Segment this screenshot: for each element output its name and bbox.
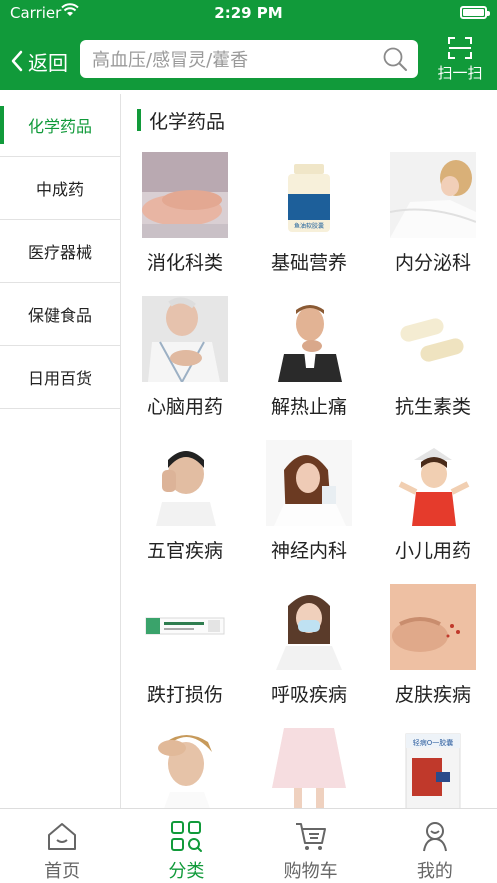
category-item[interactable]: 小儿用药 (370, 440, 480, 580)
sore-throat-man-photo (266, 296, 352, 382)
category-item[interactable]: 五官疾病 (122, 440, 232, 580)
category-item[interactable]: 内分泌科 (370, 152, 480, 292)
sidebar-item-label: 日用百货 (27, 369, 92, 388)
sidebar-item-medical-devices[interactable]: 医疗器械 (0, 220, 120, 283)
top-header: Carrier 2:29 PM 返回 高血压/感冒灵/藿香 扫一扫 (0, 0, 497, 90)
category-content: 化学药品 消化科类 鱼油软胶囊 基础营养 内分泌科 心脑用药 解热止痛 抗生素类… (122, 94, 497, 808)
tab-label: 分类 (168, 861, 205, 882)
category-item[interactable]: 跌打损伤 (122, 584, 232, 724)
status-bar: Carrier 2:29 PM (0, 0, 497, 26)
sidebar-item-daily-goods[interactable]: 日用百货 (0, 346, 120, 409)
tired-woman-photo (266, 440, 352, 526)
tab-label: 我的 (416, 861, 453, 882)
category-label: 跌打损伤 (146, 684, 223, 706)
category-label: 五官疾病 (146, 540, 223, 562)
clock: 2:29 PM (214, 4, 283, 22)
sidebar-item-chemical-drugs[interactable]: 化学药品 (0, 94, 120, 157)
category-item[interactable]: 呼吸疾病 (246, 584, 356, 724)
category-label: 消化科类 (146, 252, 223, 274)
supplement-bottle-photo: 鱼油软胶囊 (266, 152, 352, 238)
scan-label: 扫一扫 (437, 64, 483, 82)
category-item[interactable]: 抗生素类 (370, 296, 480, 436)
reclining-woman-photo (390, 152, 476, 238)
category-label: 神经内科 (270, 540, 347, 562)
headache-man-photo (142, 728, 228, 808)
medicine-box-photo (142, 584, 228, 670)
category-item[interactable]: 解热止痛 (246, 296, 356, 436)
tab-cart[interactable]: 购物车 (249, 809, 373, 883)
sidebar-item-label: 中成药 (35, 180, 84, 199)
bottom-tab-bar: 首页 分类 购物车 我的 (0, 808, 497, 883)
sidebar-item-label: 医疗器械 (27, 243, 92, 262)
medicine-package-photo: 轻病O一胶囊 (390, 728, 476, 808)
scan-button[interactable]: 扫一扫 (432, 36, 488, 86)
category-item[interactable]: 神经内科 (246, 440, 356, 580)
category-label: 皮肤疾病 (394, 684, 471, 706)
profile-icon (422, 822, 447, 852)
section-title-text: 化学药品 (149, 110, 226, 133)
chest-pain-man-photo (142, 296, 228, 382)
category-sidebar: 化学药品 中成药 医疗器械 保健食品 日用百货 (0, 94, 121, 808)
category-label: 呼吸疾病 (270, 684, 347, 706)
back-button[interactable]: 返回 (10, 46, 68, 76)
headache-boy-photo (142, 440, 228, 526)
tab-label: 购物车 (283, 861, 338, 882)
app-root: Carrier 2:29 PM 返回 高血压/感冒灵/藿香 扫一扫 化学药品 中… (0, 0, 497, 883)
category-item[interactable]: 心脑用药 (122, 296, 232, 436)
sidebar-item-label: 化学药品 (27, 117, 92, 136)
section-title: 化学药品 (137, 108, 226, 133)
child-photo (390, 440, 476, 526)
masked-woman-photo (266, 584, 352, 670)
tab-home[interactable]: 首页 (0, 809, 124, 883)
sidebar-item-health-food[interactable]: 保健食品 (0, 283, 120, 346)
bottle-label-text: 鱼油软胶囊 (294, 222, 324, 230)
category-item[interactable]: 皮肤疾病 (370, 584, 480, 724)
category-item[interactable]: 鱼油软胶囊 基础营养 (246, 152, 356, 292)
cart-icon (295, 823, 326, 850)
stomach-photo (142, 152, 228, 238)
sidebar-item-label: 保健食品 (27, 306, 92, 325)
chevron-left-icon (11, 50, 23, 72)
scan-icon (448, 37, 472, 59)
category-label: 解热止痛 (270, 396, 347, 418)
category-item[interactable]: 轻病O一胶囊 (370, 728, 480, 808)
back-label: 返回 (28, 50, 68, 75)
skin-rash-photo (390, 584, 476, 670)
tab-label: 首页 (44, 861, 81, 882)
category-label: 内分泌科 (394, 252, 471, 274)
tab-category[interactable]: 分类 (124, 809, 248, 883)
tab-profile[interactable]: 我的 (373, 809, 497, 883)
category-label: 小儿用药 (394, 540, 471, 562)
search-placeholder: 高血压/感冒灵/藿香 (92, 50, 249, 71)
category-label: 抗生素类 (394, 396, 471, 418)
category-label: 基础营养 (270, 252, 347, 274)
capsules-photo (390, 296, 476, 382)
search-icon (383, 47, 407, 71)
battery-icon (460, 6, 490, 19)
section-accent-bar (137, 109, 141, 131)
category-item[interactable] (246, 728, 356, 808)
category-item[interactable] (122, 728, 232, 808)
sidebar-item-chinese-medicine[interactable]: 中成药 (0, 157, 120, 220)
category-icon (171, 821, 203, 852)
package-label-text: 轻病O一胶囊 (413, 738, 454, 747)
home-icon (48, 823, 77, 850)
category-label: 心脑用药 (146, 396, 223, 418)
search-input[interactable]: 高血压/感冒灵/藿香 (80, 40, 418, 78)
category-item[interactable]: 消化科类 (122, 152, 232, 292)
skirt-photo (266, 728, 352, 808)
